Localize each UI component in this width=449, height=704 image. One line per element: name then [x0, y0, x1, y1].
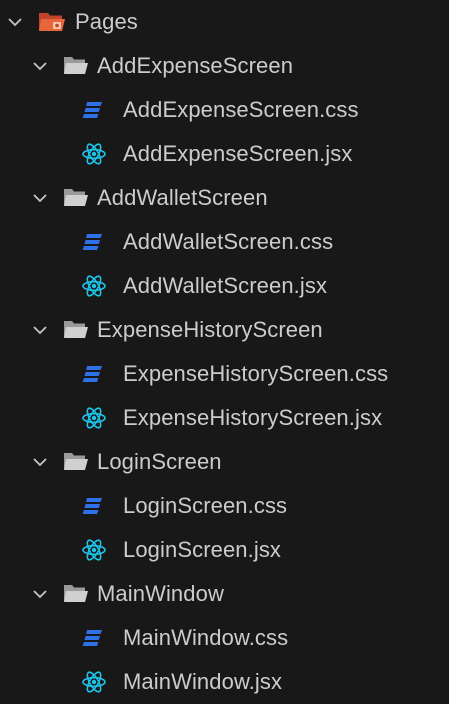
tree-item-label: MainWindow.jsx	[123, 669, 283, 694]
tree-item-label: Pages	[75, 9, 138, 34]
chevron-down-icon[interactable]	[28, 54, 52, 78]
tree-item-label: AddExpenseScreen.css	[123, 97, 359, 122]
tree-file-loginscreen-css[interactable]: LoginScreen.css	[0, 484, 449, 528]
tree-item-label: AddExpenseScreen	[97, 53, 294, 78]
tree-folder-expensehistoryscreen[interactable]: ExpenseHistoryScreen	[0, 308, 449, 352]
tree-item-label: AddWalletScreen.jsx	[123, 273, 328, 298]
chevron-down-icon[interactable]	[28, 318, 52, 342]
folder-pages-open-icon	[38, 10, 66, 34]
chevron-down-icon[interactable]	[28, 450, 52, 474]
tree-folder-pages[interactable]: Pages	[0, 0, 449, 44]
chevron-down-icon[interactable]	[3, 10, 27, 34]
tree-file-expensehistoryscreen-jsx[interactable]: ExpenseHistoryScreen.jsx	[0, 396, 449, 440]
tree-file-loginscreen-jsx[interactable]: LoginScreen.jsx	[0, 528, 449, 572]
tree-folder-addwalletscreen[interactable]: AddWalletScreen	[0, 176, 449, 220]
tree-item-label: AddExpenseScreen.jsx	[123, 141, 353, 166]
css-icon	[80, 626, 108, 650]
react-icon	[80, 669, 108, 695]
tree-item-label: LoginScreen	[97, 449, 222, 474]
tree-item-label: MainWindow.css	[123, 625, 289, 650]
tree-file-mainwindow-jsx[interactable]: MainWindow.jsx	[0, 660, 449, 704]
tree-item-label: ExpenseHistoryScreen.jsx	[123, 405, 383, 430]
react-icon	[80, 273, 108, 299]
tree-folder-loginscreen[interactable]: LoginScreen	[0, 440, 449, 484]
tree-item-label: ExpenseHistoryScreen	[97, 317, 323, 342]
css-icon	[80, 494, 108, 518]
tree-file-addexpensescreen-jsx[interactable]: AddExpenseScreen.jsx	[0, 132, 449, 176]
folder-open-icon	[63, 55, 89, 77]
react-icon	[80, 141, 108, 167]
tree-item-label: LoginScreen.jsx	[123, 537, 282, 562]
tree-item-label: AddWalletScreen.css	[123, 229, 334, 254]
tree-item-label: AddWalletScreen	[97, 185, 268, 210]
folder-open-icon	[63, 319, 89, 341]
css-icon	[80, 362, 108, 386]
chevron-down-icon[interactable]	[28, 582, 52, 606]
tree-file-addwalletscreen-css[interactable]: AddWalletScreen.css	[0, 220, 449, 264]
tree-item-label: MainWindow	[97, 581, 224, 606]
tree-item-label: ExpenseHistoryScreen.css	[123, 361, 389, 386]
tree-folder-addexpensescreen[interactable]: AddExpenseScreen	[0, 44, 449, 88]
chevron-down-icon[interactable]	[28, 186, 52, 210]
folder-open-icon	[63, 451, 89, 473]
tree-item-label: LoginScreen.css	[123, 493, 288, 518]
folder-open-icon	[63, 187, 89, 209]
tree-file-addexpensescreen-css[interactable]: AddExpenseScreen.css	[0, 88, 449, 132]
css-icon	[80, 230, 108, 254]
explorer-file-tree: Pages AddExpenseScreen AddExpenseScreen.…	[0, 0, 449, 696]
react-icon	[80, 405, 108, 431]
tree-file-addwalletscreen-jsx[interactable]: AddWalletScreen.jsx	[0, 264, 449, 308]
react-icon	[80, 537, 108, 563]
tree-file-mainwindow-css[interactable]: MainWindow.css	[0, 616, 449, 660]
folder-open-icon	[63, 583, 89, 605]
tree-file-expensehistoryscreen-css[interactable]: ExpenseHistoryScreen.css	[0, 352, 449, 396]
css-icon	[80, 98, 108, 122]
tree-folder-mainwindow[interactable]: MainWindow	[0, 572, 449, 616]
